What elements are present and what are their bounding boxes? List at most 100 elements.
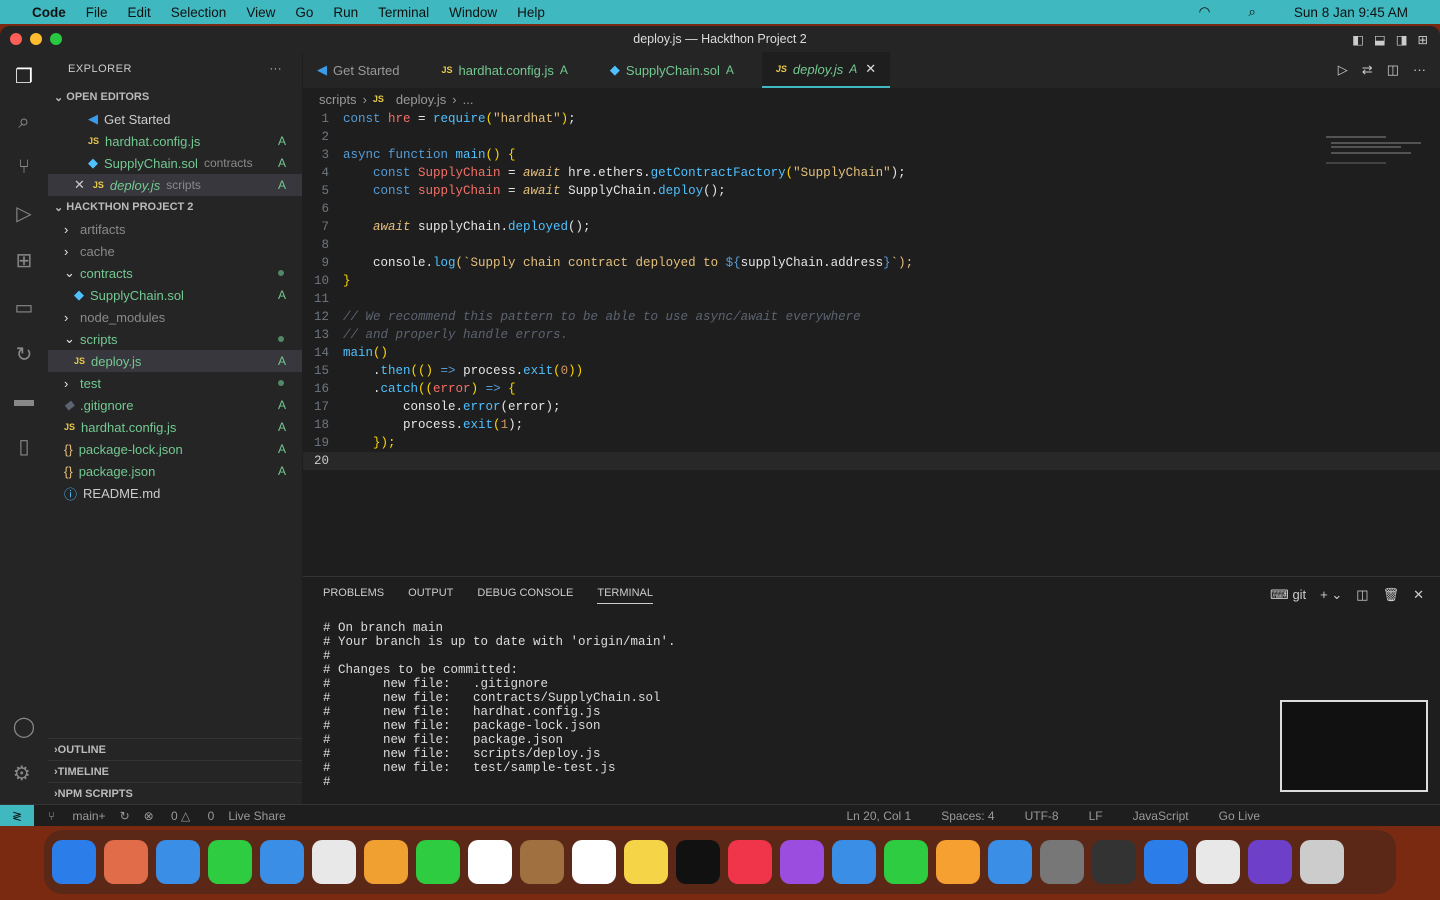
dock-app-icon[interactable] bbox=[884, 840, 928, 884]
new-terminal-icon[interactable]: + ⌄ bbox=[1320, 587, 1342, 603]
tree-item-test[interactable]: › test bbox=[48, 372, 302, 394]
indentation[interactable]: Spaces: 4 bbox=[941, 809, 994, 823]
section-outline[interactable]: › OUTLINE bbox=[48, 738, 302, 760]
dock-app-icon[interactable] bbox=[260, 840, 304, 884]
tree-item-package-lock-json[interactable]: {} package-lock.json A bbox=[48, 438, 302, 460]
tab-supplychain-sol[interactable]: ◆ SupplyChain.sol A bbox=[596, 52, 748, 88]
dock-app-icon[interactable] bbox=[52, 840, 96, 884]
tree-item-artifacts[interactable]: › artifacts bbox=[48, 218, 302, 240]
section-timeline[interactable]: › TIMELINE bbox=[48, 760, 302, 782]
split-editor-icon[interactable]: ◫ bbox=[1387, 62, 1399, 78]
dock-app-icon[interactable] bbox=[936, 840, 980, 884]
breadcrumb-item[interactable]: ... bbox=[463, 92, 474, 107]
line-ending[interactable]: LF bbox=[1089, 809, 1103, 823]
open-editor-item[interactable]: JS hardhat.config.js A bbox=[48, 130, 302, 152]
dock-app-icon[interactable] bbox=[520, 840, 564, 884]
screenshot-thumbnail[interactable] bbox=[1280, 700, 1428, 792]
tree-item-hardhat-config-js[interactable]: JS hardhat.config.js A bbox=[48, 416, 302, 438]
dock-app-icon[interactable] bbox=[1196, 840, 1240, 884]
branch-indicator[interactable]: ⑂ main+ bbox=[48, 809, 106, 823]
extensions-icon[interactable]: ⊞ bbox=[16, 248, 33, 273]
dock-app-icon[interactable] bbox=[208, 840, 252, 884]
breadcrumb-item[interactable]: scripts bbox=[319, 92, 357, 107]
dock-app-icon[interactable] bbox=[1300, 840, 1344, 884]
explorer-icon[interactable]: ❐ bbox=[15, 64, 33, 89]
customize-layout-icon[interactable]: ⊞ bbox=[1418, 32, 1428, 47]
split-terminal-icon[interactable]: ◫ bbox=[1356, 587, 1368, 603]
dock-app-icon[interactable] bbox=[624, 840, 668, 884]
dock-app-icon[interactable] bbox=[676, 840, 720, 884]
dock-app-icon[interactable] bbox=[416, 840, 460, 884]
more-actions-icon[interactable]: ··· bbox=[270, 63, 283, 75]
close-icon[interactable]: ✕ bbox=[74, 177, 85, 193]
tree-item-README-md[interactable]: ⓘ README.md bbox=[48, 482, 302, 504]
menu-app[interactable]: Code bbox=[32, 5, 66, 20]
search-icon[interactable]: ⌕ bbox=[1248, 4, 1256, 20]
go-live[interactable]: Go Live bbox=[1219, 809, 1260, 823]
menu-edit[interactable]: Edit bbox=[128, 5, 151, 20]
code-editor[interactable]: 1 const hre = require("hardhat"); 2 3 async … bbox=[303, 110, 1440, 470]
settings-gear-icon[interactable]: ⚙ bbox=[13, 761, 35, 786]
minimize-button[interactable] bbox=[30, 33, 42, 45]
dock-app-icon[interactable] bbox=[1248, 840, 1292, 884]
tree-item-deploy-js[interactable]: JS deploy.js A bbox=[48, 350, 302, 372]
tab-hardhat-config-js[interactable]: JS hardhat.config.js A bbox=[427, 52, 581, 88]
tree-item-scripts[interactable]: ⌄ scripts bbox=[48, 328, 302, 350]
menu-view[interactable]: View bbox=[246, 5, 275, 20]
problems-indicator[interactable]: ⊗ 0 △ 0 bbox=[144, 809, 215, 823]
remote-explorer-icon[interactable]: ▭ bbox=[15, 295, 34, 320]
remote-indicator[interactable]: ≷ bbox=[0, 804, 34, 826]
menu-go[interactable]: Go bbox=[295, 5, 313, 20]
tab-deploy-js[interactable]: JS deploy.js A ✕ bbox=[761, 52, 891, 88]
source-control-icon[interactable]: ⑂ bbox=[18, 156, 30, 179]
menu-run[interactable]: Run bbox=[333, 5, 358, 20]
tree-item-SupplyChain-sol[interactable]: ◆ SupplyChain.sol A bbox=[48, 284, 302, 306]
open-editor-item[interactable]: ◀ Get Started bbox=[48, 108, 302, 130]
breadcrumb-item[interactable]: deploy.js bbox=[396, 92, 446, 107]
dock-app-icon[interactable] bbox=[572, 840, 616, 884]
minimap[interactable] bbox=[1326, 134, 1426, 174]
menu-selection[interactable]: Selection bbox=[171, 5, 227, 20]
open-editor-item[interactable]: ◆ SupplyChain.sol contracts A bbox=[48, 152, 302, 174]
run-debug-icon[interactable]: ▷ bbox=[16, 201, 31, 226]
dock-app-icon[interactable] bbox=[728, 840, 772, 884]
toggle-secondary-icon[interactable]: ◨ bbox=[1396, 32, 1408, 47]
dock-app-icon[interactable] bbox=[1144, 840, 1188, 884]
tree-item-contracts[interactable]: ⌄ contracts bbox=[48, 262, 302, 284]
encoding[interactable]: UTF-8 bbox=[1025, 809, 1059, 823]
tab-get-started[interactable]: ◀ Get Started bbox=[303, 52, 413, 88]
dock-app-icon[interactable] bbox=[364, 840, 408, 884]
dock-app-icon[interactable] bbox=[312, 840, 356, 884]
dock-app-icon[interactable] bbox=[468, 840, 512, 884]
wifi-icon[interactable]: ◠ bbox=[1199, 4, 1211, 20]
notebook-icon[interactable]: ▯ bbox=[18, 434, 29, 459]
toggle-sidebar-icon[interactable]: ◧ bbox=[1352, 32, 1364, 47]
sync-icon[interactable]: ↻ bbox=[120, 809, 130, 823]
terminal-shell[interactable]: ⌨ git bbox=[1270, 587, 1306, 603]
run-icon[interactable]: ▷ bbox=[1338, 62, 1348, 78]
menu-terminal[interactable]: Terminal bbox=[378, 5, 429, 20]
tree-item-gitignore[interactable]: ◆ .gitignore A bbox=[48, 394, 302, 416]
tree-item-cache[interactable]: › cache bbox=[48, 240, 302, 262]
zoom-button[interactable] bbox=[50, 33, 62, 45]
dock-app-icon[interactable] bbox=[988, 840, 1032, 884]
panel-tab-terminal[interactable]: TERMINAL bbox=[597, 587, 653, 604]
dock-app-icon[interactable] bbox=[780, 840, 824, 884]
dock-app-icon[interactable] bbox=[104, 840, 148, 884]
trash-icon[interactable]: 🗑 bbox=[1383, 587, 1400, 603]
live-share-icon[interactable]: ↻ bbox=[16, 342, 33, 367]
live-share-status[interactable]: Live Share bbox=[228, 809, 285, 823]
terminal-output[interactable]: # On branch main # Your branch is up to d… bbox=[303, 613, 1440, 797]
menu-help[interactable]: Help bbox=[517, 5, 545, 20]
docker-icon[interactable]: ▬ bbox=[14, 389, 34, 412]
account-icon[interactable]: ◯ bbox=[13, 714, 35, 739]
more-icon[interactable]: ··· bbox=[1413, 62, 1426, 78]
close-window-button[interactable] bbox=[10, 33, 22, 45]
project-section[interactable]: ⌄ HACKTHON PROJECT 2 bbox=[48, 196, 302, 218]
close-panel-icon[interactable]: ✕ bbox=[1413, 587, 1424, 603]
clock[interactable]: Sun 8 Jan 9:45 AM bbox=[1294, 5, 1408, 20]
menu-file[interactable]: File bbox=[86, 5, 108, 20]
menu-window[interactable]: Window bbox=[449, 5, 497, 20]
section-npm-scripts[interactable]: › NPM SCRIPTS bbox=[48, 782, 302, 804]
dock-app-icon[interactable] bbox=[1040, 840, 1084, 884]
